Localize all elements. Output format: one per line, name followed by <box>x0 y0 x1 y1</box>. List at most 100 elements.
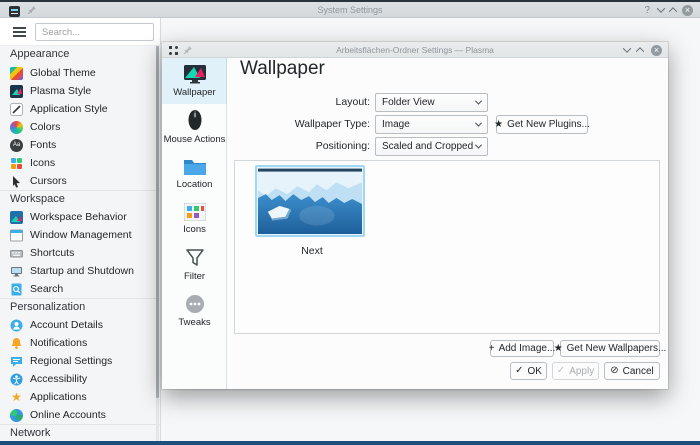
wallpaper-grid: Next <box>234 160 660 334</box>
accessibility-icon <box>10 373 23 386</box>
workspace-behavior-icon <box>10 210 23 224</box>
main-window-title: System Settings <box>317 5 383 15</box>
tab-filter[interactable]: Filter <box>162 242 227 288</box>
tab-wallpaper[interactable]: Wallpaper <box>162 58 227 104</box>
sidebar-item-startup-shutdown[interactable]: Startup and Shutdown <box>0 262 160 280</box>
minimize-button[interactable] <box>656 2 666 18</box>
sidebar-section-appearance: Appearance <box>10 48 70 60</box>
notifications-icon <box>10 337 23 350</box>
sidebar-item-window-management[interactable]: Window Management <box>0 226 160 244</box>
sidebar-scrollbar[interactable] <box>156 46 159 441</box>
sidebar-section-network: Network <box>0 424 160 441</box>
dialog-close-button[interactable]: × <box>651 42 662 58</box>
cancel-icon: ⊘ <box>610 365 619 376</box>
tab-mouse-actions[interactable]: Mouse Actions <box>162 104 227 150</box>
tab-tweaks[interactable]: Tweaks <box>162 288 227 334</box>
sidebar-item-accessibility[interactable]: Accessibility <box>0 370 160 388</box>
sidebar-item-online-accounts[interactable]: Online Accounts <box>0 406 160 424</box>
sidebar-item-icons[interactable]: Icons <box>0 154 160 172</box>
application-style-icon <box>10 102 23 116</box>
positioning-select[interactable]: Scaled and Cropped <box>375 137 488 156</box>
sidebar-item-notifications[interactable]: Notifications <box>0 334 160 352</box>
icons-icon <box>10 156 23 170</box>
plasma-style-icon <box>10 84 23 98</box>
close-icon: × <box>682 4 693 16</box>
chevron-down-icon <box>622 44 632 53</box>
search-input[interactable] <box>35 23 154 41</box>
star-icon: ★ <box>494 118 504 130</box>
sidebar-item-global-theme[interactable]: Global Theme <box>0 64 160 82</box>
sidebar-section-personalization: Personalization <box>0 298 160 316</box>
star-icon: ★ <box>553 342 563 354</box>
menu-hamburger-icon[interactable] <box>13 27 26 37</box>
sidebar-scrollbar-thumb[interactable] <box>156 46 159 398</box>
tweaks-icon <box>185 295 204 313</box>
wallpaper-type-select[interactable]: Image <box>375 115 488 134</box>
tab-location[interactable]: Location <box>162 150 227 196</box>
layout-select[interactable]: Folder View <box>375 93 488 112</box>
page-title: Wallpaper <box>240 58 325 79</box>
next-wallpaper-image <box>258 168 362 234</box>
dialog-minimize-button[interactable] <box>622 42 632 58</box>
plus-icon: + <box>488 342 495 354</box>
sidebar-item-plasma-style[interactable]: Plasma Style <box>0 82 160 100</box>
screen: System Settings ? × Appearance Global Th… <box>0 0 700 445</box>
tab-icons[interactable]: Icons <box>162 196 227 242</box>
sidebar-item-regional-settings[interactable]: Regional Settings <box>0 352 160 370</box>
icons-grid-icon <box>183 203 206 221</box>
cancel-button[interactable]: ⊘ Cancel <box>604 362 660 380</box>
sidebar-item-shortcuts[interactable]: Shortcuts <box>0 244 160 262</box>
maximize-button[interactable] <box>668 2 678 18</box>
account-details-icon <box>10 319 23 332</box>
ok-button[interactable]: ✓ OK <box>510 362 547 380</box>
mouse-icon <box>188 110 201 130</box>
close-icon: × <box>651 44 662 56</box>
regional-settings-icon <box>10 355 23 368</box>
main-toolbar <box>0 18 161 46</box>
check-icon: ✓ <box>515 365 524 376</box>
startup-and-shutdown-icon <box>10 265 23 278</box>
get-new-wallpapers-button[interactable]: ★ Get New Wallpapers... <box>554 340 666 357</box>
close-button[interactable]: × <box>682 2 693 18</box>
filter-funnel-icon <box>185 249 204 266</box>
desktop-edge-bottom <box>0 441 700 445</box>
get-new-plugins-button[interactable]: ★ Get New Plugins... <box>494 115 590 134</box>
wallpaper-icon <box>183 65 206 84</box>
layout-label: Layout: <box>335 96 370 108</box>
chevron-up-icon <box>668 7 678 16</box>
wallpaper-name: Next <box>301 245 323 257</box>
dialog-title: Arbeitsflächen-Ordner Settings — Plasma <box>336 45 494 55</box>
chevron-down-icon <box>656 4 666 13</box>
wallpaper-thumbnail-next[interactable]: Next <box>255 165 365 257</box>
sidebar-item-fonts[interactable]: Aa Fonts <box>0 136 160 154</box>
fonts-icon: Aa <box>10 138 23 152</box>
window-management-icon <box>10 229 23 242</box>
main-titlebar: System Settings ? × <box>0 2 700 18</box>
sidebar-item-application-style[interactable]: Application Style <box>0 100 160 118</box>
colors-icon <box>10 120 23 134</box>
check-icon: ✓ <box>556 365 566 376</box>
positioning-label: Positioning: <box>315 140 370 152</box>
sidebar-section-workspace: Workspace <box>0 190 160 208</box>
applications-icon: ★ <box>11 389 22 404</box>
dialog-maximize-button[interactable] <box>635 42 645 58</box>
cursors-icon <box>10 175 23 188</box>
search-doc-icon <box>10 283 23 296</box>
sidebar-item-account-details[interactable]: Account Details <box>0 316 160 334</box>
chevron-up-icon <box>635 47 645 56</box>
apply-button[interactable]: ✓ Apply <box>552 362 599 380</box>
add-image-button[interactable]: + Add Image... <box>488 340 555 357</box>
chevron-down-icon <box>474 141 483 149</box>
sidebar-item-workspace-behavior[interactable]: Workspace Behavior <box>0 208 160 226</box>
sidebar-item-cursors[interactable]: Cursors <box>0 172 160 190</box>
sidebar-item-colors[interactable]: Colors <box>0 118 160 136</box>
sidebar-item-applications[interactable]: ★ Applications <box>0 388 160 406</box>
sidebar-item-search[interactable]: Search <box>0 280 160 298</box>
sidebar: Appearance Global Theme Plasma Style App… <box>0 46 161 441</box>
wallpaper-settings-dialog: Arbeitsflächen-Ordner Settings — Plasma … <box>162 42 668 389</box>
dialog-titlebar: Arbeitsflächen-Ordner Settings — Plasma … <box>162 42 668 58</box>
dialog-tabstrip: Wallpaper Mouse Actions Location Icons F… <box>162 58 227 389</box>
global-theme-icon <box>10 66 23 80</box>
chevron-down-icon <box>474 97 483 105</box>
help-button[interactable]: ? <box>644 2 650 18</box>
